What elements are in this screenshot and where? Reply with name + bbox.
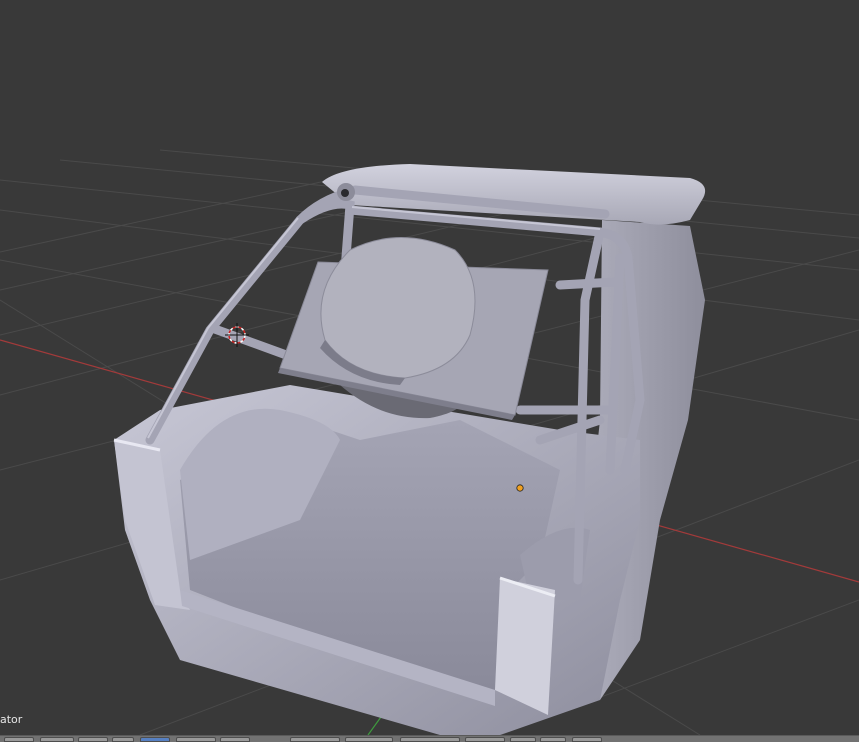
header-button-editor-type[interactable] [4, 737, 34, 742]
operator-panel-label[interactable]: ator [0, 713, 22, 726]
header-button-orientation[interactable] [345, 737, 393, 742]
3d-viewport[interactable] [0, 0, 859, 735]
header-button-proportional[interactable] [510, 737, 536, 742]
header-button-shading[interactable] [176, 737, 216, 742]
header-button-mode[interactable] [140, 737, 170, 742]
header-button-view-menu[interactable] [40, 737, 74, 742]
header-button-snap[interactable] [540, 737, 566, 742]
header-button-add-menu[interactable] [112, 737, 134, 742]
object-origin-icon[interactable] [516, 484, 524, 492]
header-button-manipulator[interactable] [290, 737, 340, 742]
viewport-canvas[interactable] [0, 0, 859, 735]
header-button-pivot[interactable] [220, 737, 250, 742]
header-button-render[interactable] [572, 737, 602, 742]
vehicle-mesh[interactable] [113, 164, 706, 735]
header-button-layers-2[interactable] [465, 737, 505, 742]
header-button-select-menu[interactable] [78, 737, 108, 742]
header-button-layers[interactable] [400, 737, 460, 742]
spare-tire [320, 237, 476, 379]
cage-clamp-hole [341, 189, 349, 197]
